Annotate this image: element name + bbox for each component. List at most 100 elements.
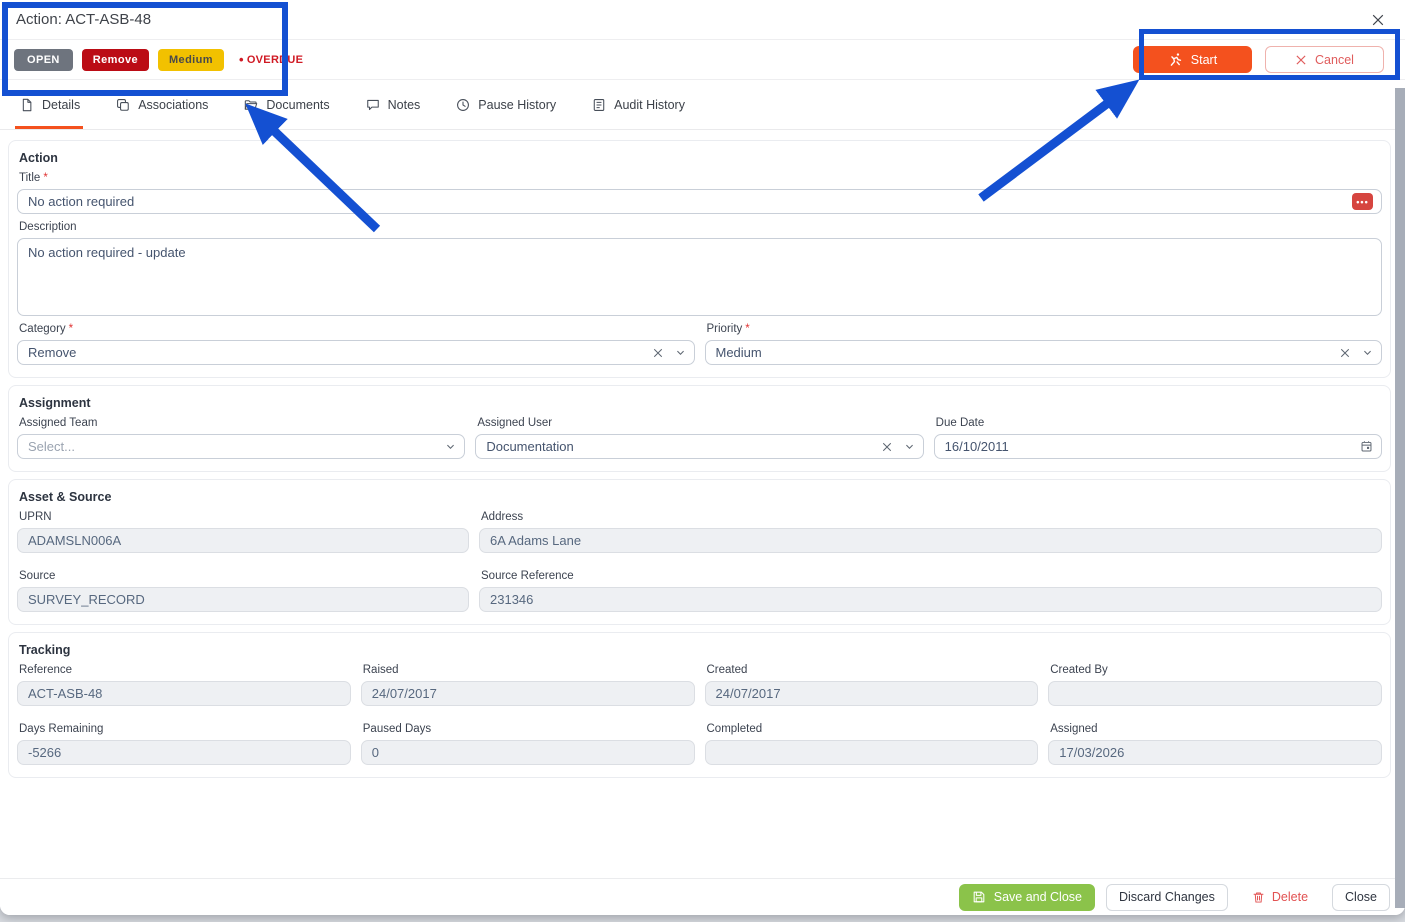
created-by-label: Created By	[1050, 664, 1382, 676]
speech-bubble-icon	[366, 98, 380, 112]
section-action: Action Title* ••• Description No action …	[8, 140, 1391, 378]
description-label: Description	[19, 221, 1382, 233]
status-badges: OPEN Remove Medium • OVERDUE	[14, 49, 303, 71]
due-date-input[interactable]	[934, 434, 1382, 459]
overdue-label: OVERDUE	[247, 54, 304, 66]
calendar-icon[interactable]	[1360, 440, 1373, 453]
priority-label: Priority*	[707, 323, 1383, 335]
section-assignment: Assignment Assigned Team Assigned User	[8, 385, 1391, 472]
due-date-label: Due Date	[936, 417, 1382, 429]
category-label: Category*	[19, 323, 695, 335]
start-button[interactable]: Start	[1133, 46, 1252, 73]
section-tracking: Tracking Reference Raised Created Create…	[8, 632, 1391, 778]
tab-label: Details	[42, 98, 80, 112]
dialog-toolbar: OPEN Remove Medium • OVERDUE Start Cance…	[0, 40, 1405, 80]
discard-changes-button[interactable]: Discard Changes	[1106, 884, 1228, 911]
tab-label: Pause History	[478, 98, 556, 112]
section-heading: Tracking	[15, 639, 1384, 657]
tab-associations[interactable]: Associations	[116, 80, 208, 129]
raised-label: Raised	[363, 664, 695, 676]
runner-icon	[1168, 52, 1183, 67]
description-textarea[interactable]: No action required - update	[17, 238, 1382, 316]
created-by-input	[1048, 681, 1382, 706]
source-input	[17, 587, 469, 612]
assigned-label: Assigned	[1050, 723, 1382, 735]
text-templates-icon[interactable]: •••	[1352, 193, 1373, 210]
chevron-down-icon[interactable]	[445, 441, 456, 452]
file-icon	[20, 98, 34, 112]
save-and-close-button[interactable]: Save and Close	[959, 884, 1095, 911]
start-button-label: Start	[1191, 53, 1217, 67]
title-input[interactable]	[17, 189, 1382, 214]
tab-audit-history[interactable]: Audit History	[592, 80, 685, 129]
clock-icon	[456, 98, 470, 112]
assigned-team-select[interactable]	[17, 434, 465, 459]
uprn-label: UPRN	[19, 511, 469, 523]
reference-input	[17, 681, 351, 706]
page-title: Action: ACT-ASB-48	[16, 11, 151, 28]
clear-icon[interactable]	[881, 441, 893, 453]
chevron-down-icon[interactable]	[675, 347, 686, 358]
created-label: Created	[707, 664, 1039, 676]
source-reference-label: Source Reference	[481, 570, 1382, 582]
title-label: Title*	[19, 172, 1382, 184]
tab-pause-history[interactable]: Pause History	[456, 80, 556, 129]
dialog-footer: Save and Close Discard Changes Delete Cl…	[0, 878, 1405, 915]
clear-icon[interactable]	[1339, 347, 1351, 359]
chevron-down-icon[interactable]	[1362, 347, 1373, 358]
trash-icon	[1252, 891, 1265, 904]
assigned-user-label: Assigned User	[477, 417, 923, 429]
close-icon[interactable]	[1367, 9, 1389, 31]
assigned-user-combobox[interactable]	[475, 434, 923, 459]
folder-icon	[244, 98, 258, 112]
tab-details[interactable]: Details	[20, 80, 80, 129]
vertical-scrollbar[interactable]	[1395, 88, 1405, 908]
tab-label: Notes	[388, 98, 421, 112]
status-badge: OPEN	[14, 49, 73, 71]
required-mark: *	[745, 323, 749, 335]
priority-badge: Medium	[158, 49, 224, 71]
tab-documents[interactable]: Documents	[244, 80, 329, 129]
source-reference-input	[479, 587, 1382, 612]
cancel-button[interactable]: Cancel	[1265, 46, 1384, 73]
chevron-down-icon[interactable]	[904, 441, 915, 452]
delete-label: Delete	[1272, 890, 1308, 904]
completed-input	[705, 740, 1039, 765]
action-dialog: Action: ACT-ASB-48 OPEN Remove Medium • …	[0, 0, 1405, 915]
required-mark: *	[69, 323, 73, 335]
days-remaining-input	[17, 740, 351, 765]
assigned-input	[1048, 740, 1382, 765]
toolbar-actions: Start Cancel	[1133, 46, 1391, 73]
address-label: Address	[481, 511, 1382, 523]
section-heading: Action	[15, 147, 1384, 165]
section-heading: Assignment	[15, 392, 1384, 410]
journal-icon	[592, 98, 606, 112]
reference-label: Reference	[19, 664, 351, 676]
details-tab-content: Action Title* ••• Description No action …	[0, 130, 1405, 878]
raised-input	[361, 681, 695, 706]
paused-days-input	[361, 740, 695, 765]
x-icon	[1295, 54, 1307, 66]
tab-label: Audit History	[614, 98, 685, 112]
section-heading: Asset & Source	[15, 486, 1384, 504]
category-badge: Remove	[82, 49, 149, 71]
save-icon	[972, 890, 986, 904]
source-label: Source	[19, 570, 469, 582]
address-input	[479, 528, 1382, 553]
required-mark: *	[43, 172, 47, 184]
uprn-input	[17, 528, 469, 553]
copy-icon	[116, 98, 130, 112]
delete-button[interactable]: Delete	[1246, 884, 1314, 911]
category-combobox[interactable]	[17, 340, 695, 365]
tab-notes[interactable]: Notes	[366, 80, 421, 129]
close-button[interactable]: Close	[1332, 884, 1390, 911]
clear-icon[interactable]	[652, 347, 664, 359]
cancel-button-label: Cancel	[1315, 53, 1354, 67]
tab-bar: Details Associations Documents Notes Pau…	[0, 80, 1405, 130]
priority-combobox[interactable]	[705, 340, 1383, 365]
tab-label: Documents	[266, 98, 329, 112]
tab-label: Associations	[138, 98, 208, 112]
assigned-team-label: Assigned Team	[19, 417, 465, 429]
bullet-icon: •	[239, 53, 244, 66]
completed-label: Completed	[707, 723, 1039, 735]
